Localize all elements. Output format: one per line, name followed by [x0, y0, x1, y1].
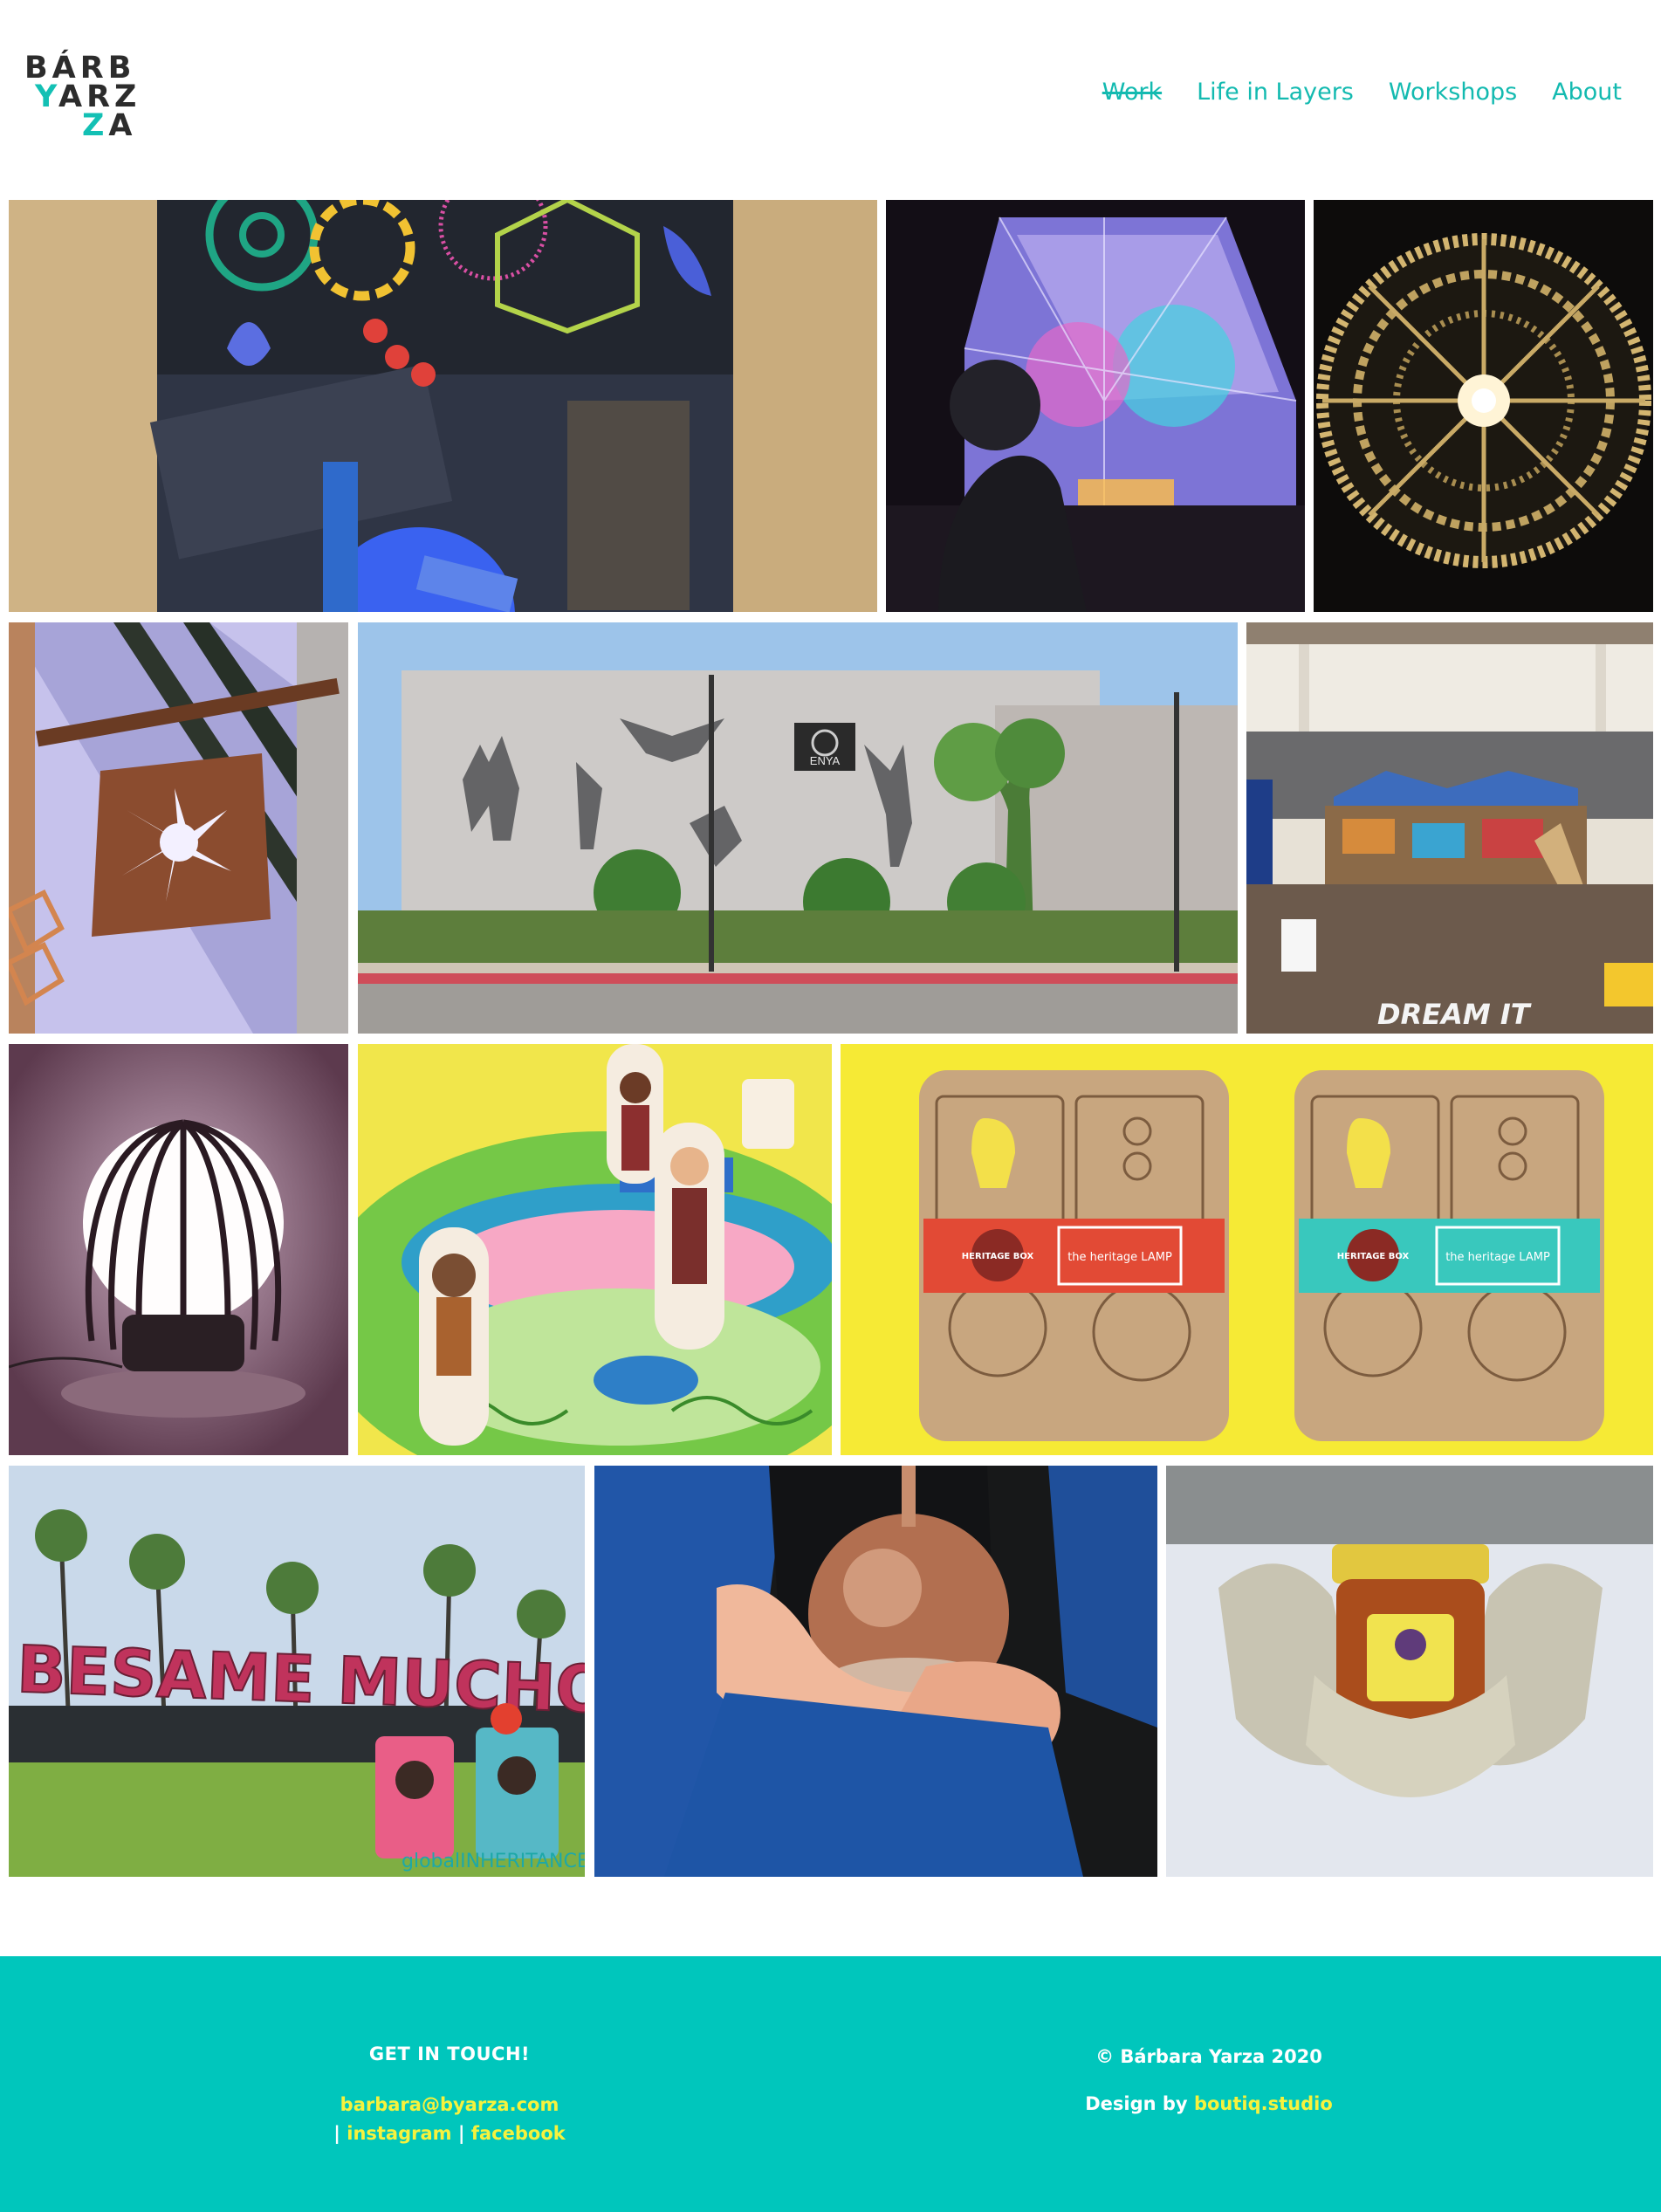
window-mandala-image: [9, 200, 877, 612]
besame-mucho-image: BESAME MUCHO globalINHERITANCE: [9, 1466, 585, 1877]
maker-booth-floor-text: DREAM IT: [1377, 998, 1532, 1031]
footer-email-link[interactable]: barbara@byarza.com: [340, 2094, 559, 2115]
board-game-image: [358, 1044, 832, 1455]
copper-sign-image: [9, 622, 348, 1034]
heritage-badge-1: HERITAGE BOX: [962, 1252, 1034, 1261]
main-nav: Work Life in Layers Workshops About: [1102, 79, 1622, 106]
mural-wall-image: ENYA: [358, 622, 1238, 1034]
footer-design-line: Design by boutiq.studio: [1043, 2093, 1375, 2114]
project-tile-mural-wall[interactable]: ENYA: [358, 622, 1238, 1034]
site-footer: GET IN TOUCH! barbara@byarza.com | insta…: [0, 1956, 1661, 2212]
footer-contact: GET IN TOUCH! barbara@byarza.com | insta…: [288, 2044, 611, 2148]
footer-contact-heading: GET IN TOUCH!: [368, 2044, 531, 2064]
project-tile-cage-lamp[interactable]: [9, 1044, 348, 1455]
copper-ornament-image: [594, 1466, 1157, 1877]
project-tile-golden-chandelier[interactable]: [1314, 200, 1653, 612]
footer-email-line: barbara@byarza.com: [288, 2091, 611, 2119]
footer-instagram-link[interactable]: instagram: [347, 2123, 451, 2144]
cage-lamp-image: [9, 1044, 348, 1455]
footer-social-line: | instagram | facebook: [288, 2119, 611, 2148]
project-tile-besame-mucho[interactable]: BESAME MUCHO globalINHERITANCE: [9, 1466, 585, 1877]
nav-work[interactable]: Work: [1102, 79, 1162, 106]
site-logo[interactable]: BÁRB YARZ ZA: [24, 53, 140, 141]
project-tile-copper-sign[interactable]: [9, 622, 348, 1034]
footer-separator-1: |: [333, 2123, 340, 2144]
logo-line-3: ZA: [24, 111, 140, 141]
logo-line-3-rest: A: [108, 108, 137, 143]
heritage-badge-2: HERITAGE BOX: [1337, 1252, 1410, 1261]
nav-about[interactable]: About: [1552, 79, 1622, 106]
project-tile-maker-booth[interactable]: DREAM IT: [1246, 622, 1653, 1034]
project-tile-board-game[interactable]: [358, 1044, 832, 1455]
heritage-lamp-label-1: the heritage LAMP: [1067, 1251, 1172, 1264]
project-tile-window-mandala[interactable]: [9, 200, 877, 612]
nav-life-in-layers[interactable]: Life in Layers: [1197, 79, 1354, 106]
heritage-lamp-image: HERITAGE BOX HERITAGE BOX the heritage L…: [841, 1044, 1653, 1455]
heritage-lamp-label-2: the heritage LAMP: [1445, 1251, 1550, 1264]
honey-jar-image: [1166, 1466, 1653, 1877]
footer-separator-2: |: [457, 2123, 465, 2144]
logo-accent-y: Y: [35, 79, 58, 114]
besame-mucho-caption: globalINHERITANCE: [402, 1851, 585, 1872]
logo-accent-z: Z: [82, 108, 109, 143]
footer-design-prefix: Design by: [1085, 2093, 1188, 2114]
project-tile-honey-jar[interactable]: [1166, 1466, 1653, 1877]
mural-wall-sign-text: ENYA: [810, 754, 841, 767]
project-tile-heritage-lamp[interactable]: HERITAGE BOX HERITAGE BOX the heritage L…: [841, 1044, 1653, 1455]
geodesic-dome-image: [886, 200, 1305, 612]
footer-design-link[interactable]: boutiq.studio: [1194, 2093, 1333, 2114]
golden-chandelier-image: [1314, 200, 1653, 612]
maker-booth-image: DREAM IT: [1246, 622, 1653, 1034]
footer-credits: © Bárbara Yarza 2020 Design by boutiq.st…: [1043, 2046, 1375, 2114]
footer-copyright: © Bárbara Yarza 2020: [1095, 2046, 1322, 2067]
footer-facebook-link[interactable]: facebook: [471, 2123, 566, 2144]
nav-workshops[interactable]: Workshops: [1389, 79, 1517, 106]
project-tile-copper-ornament[interactable]: [594, 1466, 1157, 1877]
project-tile-geodesic-dome[interactable]: [886, 200, 1305, 612]
